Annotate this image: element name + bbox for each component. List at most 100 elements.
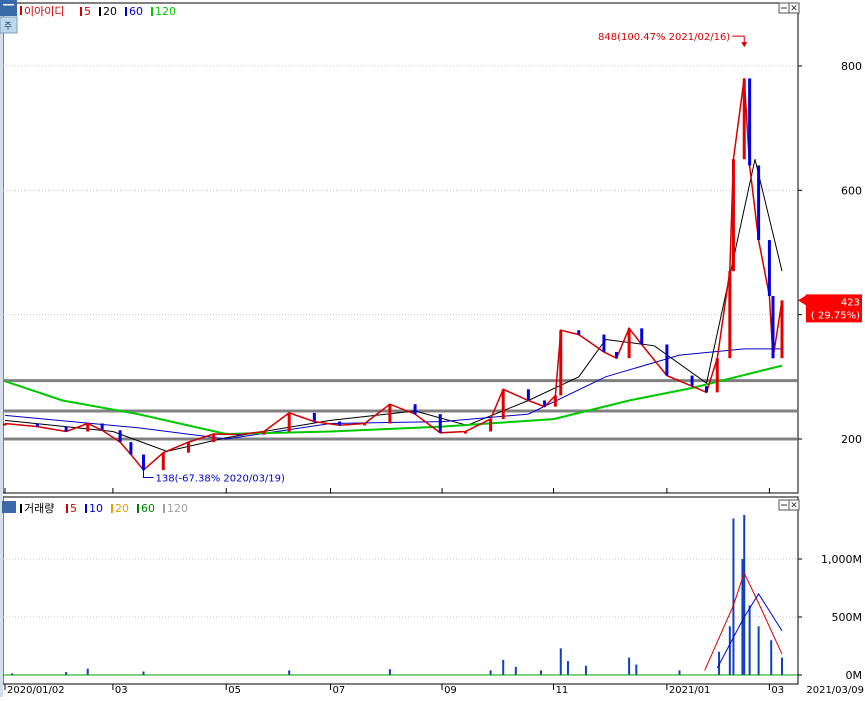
legend-label: 60	[141, 502, 155, 515]
price-candle	[577, 330, 581, 335]
x-tick-label: 11	[556, 685, 569, 696]
price-candle	[690, 375, 694, 387]
price-candle	[64, 426, 68, 432]
legend-swatch-icon	[151, 7, 153, 16]
legend-label: 5	[84, 5, 91, 18]
price-panel-window-buttons: ✕	[778, 2, 800, 14]
volume-bar	[770, 640, 773, 675]
legend-swatch-icon	[137, 504, 139, 513]
volume-bar	[678, 670, 681, 675]
volume-bar	[748, 605, 751, 675]
volume-tick-label: 0M	[846, 669, 863, 682]
legend-label: 20	[115, 502, 129, 515]
price-candle	[212, 434, 216, 443]
legend-swatch-icon	[99, 7, 101, 16]
x-tick-label: 03	[771, 685, 784, 696]
volume-panel-window-buttons: ✕	[778, 499, 800, 511]
price-candle	[363, 423, 367, 426]
price-candle	[438, 414, 442, 433]
price-candle	[489, 419, 493, 432]
price-candle	[388, 404, 392, 424]
x-tick-label: 03	[115, 685, 128, 696]
volume-bar	[514, 666, 517, 675]
volume-bar	[489, 670, 492, 675]
price-panel-title: 이아이디	[24, 5, 64, 18]
price-candle	[780, 300, 784, 359]
x-tick-label: 09	[444, 685, 457, 696]
volume-panel-border	[2, 496, 799, 685]
volume-bar	[388, 669, 391, 675]
legend-swatch-icon	[163, 504, 165, 513]
x-axis-end-date: 2021/03/09	[806, 685, 864, 696]
price-tick-label: 200	[841, 433, 862, 446]
price-panel-border	[2, 2, 799, 494]
left-window-edge	[0, 0, 3, 697]
price-candle	[118, 430, 122, 443]
last-price-arrow-icon	[798, 295, 806, 306]
price-candle	[767, 240, 771, 297]
legend-label: 120	[167, 502, 188, 515]
price-candle	[559, 330, 563, 396]
high-price-annotation: 848(100.47% 2021/02/16)	[598, 32, 730, 43]
price-candle	[312, 412, 316, 422]
legend-swatch-icon	[85, 504, 87, 513]
volume-bar	[584, 665, 587, 675]
volume-bar	[757, 626, 760, 675]
legend-label: 5	[70, 502, 77, 515]
price-candle	[35, 423, 39, 427]
last-price-change: ( 29.75%)	[811, 310, 860, 321]
legend-swatch-icon	[125, 7, 127, 16]
price-candle	[463, 431, 467, 434]
legend-swatch-icon	[66, 504, 68, 513]
volume-panel-menu-icon[interactable]	[2, 501, 16, 513]
volume-bar	[628, 657, 631, 675]
price-candle	[640, 328, 644, 345]
price-candle	[757, 165, 761, 241]
price-candle	[742, 78, 746, 160]
price-candle	[413, 404, 417, 415]
x-tick-label: 2021/01	[669, 685, 711, 696]
legend-label: 10	[89, 502, 103, 515]
legend-label: 120	[155, 5, 176, 18]
price-candle	[728, 271, 732, 359]
price-candle	[287, 412, 291, 432]
volume-title-marker-icon	[20, 504, 22, 513]
x-tick-label: 05	[228, 685, 241, 696]
volume-bar	[635, 664, 638, 675]
volume-bar	[539, 670, 542, 675]
legend-label: 60	[129, 5, 143, 18]
legend-label: 20	[103, 5, 117, 18]
price-candle	[602, 334, 606, 352]
volume-bar	[142, 671, 145, 675]
price-candle	[3, 423, 7, 426]
price-candle	[338, 421, 342, 426]
volume-bar	[559, 648, 562, 675]
volume-bar	[732, 518, 735, 675]
price-candle	[665, 344, 669, 376]
volume-tick-label: 500M	[832, 611, 863, 624]
price-candle	[543, 400, 547, 407]
volume-bar	[288, 670, 291, 675]
chart-canvas: 200400600800 0M500M1,000M 주 이아이디 5206012…	[0, 0, 864, 697]
volume-tick-label: 1,000M	[821, 553, 862, 566]
low-price-annotation: 138(-67.38% 2020/03/19)	[155, 474, 285, 485]
price-candle	[553, 395, 557, 407]
volume-bar	[728, 626, 731, 675]
price-tick-label: 800	[841, 60, 862, 73]
price-candle	[141, 454, 145, 471]
price-candle	[731, 159, 735, 272]
volume-bar	[566, 661, 569, 675]
close-icon: ✕	[790, 4, 798, 14]
x-tick-label: 2020/01/02	[7, 685, 65, 696]
settings-tab-glyph: 주	[4, 21, 12, 32]
panel-menu-icon[interactable]	[0, 0, 17, 16]
volume-bar	[781, 657, 783, 675]
last-price-value: 423	[841, 297, 860, 308]
price-candle	[161, 452, 165, 471]
last-price-tag: 423 ( 29.75%)	[798, 294, 862, 323]
volume-panel-title: 거래량	[24, 502, 54, 515]
price-candle	[526, 389, 530, 401]
price-candle	[129, 442, 133, 455]
price-candle	[86, 423, 90, 432]
legend-swatch-icon	[111, 504, 113, 513]
